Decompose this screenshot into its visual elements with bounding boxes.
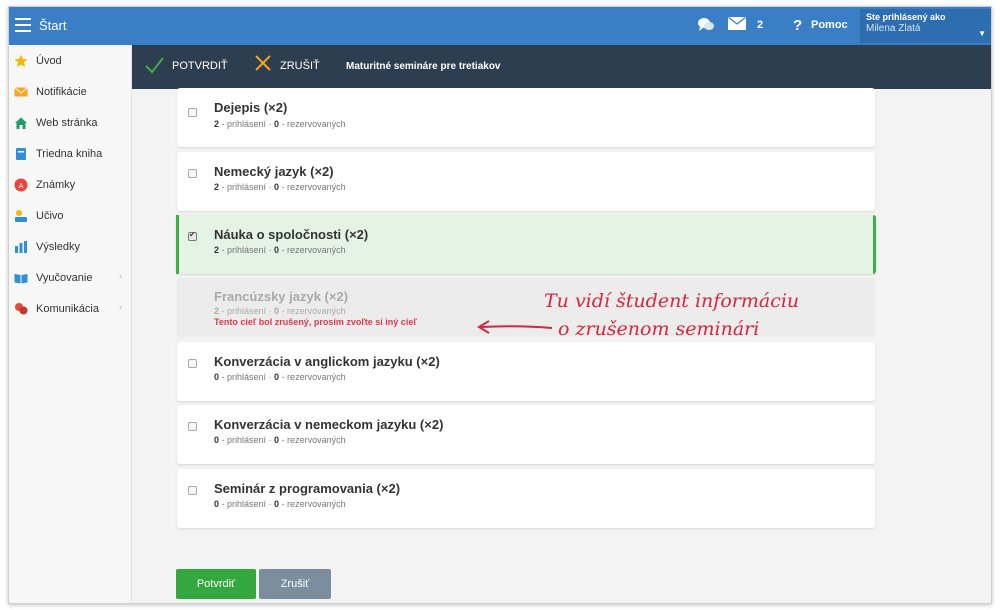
annotation-line-1: Tu vidí študent informáciu (544, 290, 800, 312)
annotation-text: Tu vidí študent informáciu o zrušenom se… (544, 287, 799, 343)
seminar-card[interactable]: Konverzácia v anglickom jazyku (×2) 0 - … (177, 342, 875, 401)
seminar-stats: 2 - prihlásení · 0 - rezervovaných (214, 306, 346, 316)
open-book-icon (14, 273, 28, 283)
chevron-right-icon: › (119, 302, 123, 313)
help-link[interactable]: Pomoc (811, 19, 848, 31)
cancel-action[interactable]: ZRUŠIŤ (280, 60, 320, 72)
bar-chart-icon (15, 240, 27, 253)
seminar-stats: 2 - prihlásení · 0 - rezervovaných (214, 182, 346, 192)
menu-icon[interactable] (15, 18, 31, 32)
seminar-checkbox[interactable] (188, 108, 197, 117)
sidebar-item-label: Web stránka (36, 116, 98, 129)
seminar-stats: 0 - prihlásení · 0 - rezervovaných (214, 435, 346, 445)
seminar-checkbox[interactable] (188, 169, 197, 178)
action-bar: POTVRDIŤ ZRUŠIŤ Maturitné semináre pre t… (132, 45, 991, 89)
sidebar-item-ucivo[interactable]: Učivo (9, 200, 131, 231)
app-title[interactable]: Štart (39, 18, 66, 33)
mail-icon[interactable] (728, 17, 746, 30)
seminar-checkbox[interactable] (188, 359, 197, 368)
seminar-card[interactable]: Konverzácia v nemeckom jazyku (×2) 0 - p… (177, 405, 875, 464)
sidebar-item-label: Triedna kniha (36, 147, 103, 160)
sidebar-item-vyucovanie[interactable]: Vyučovanie › (9, 262, 131, 293)
seminar-stats: 2 - prihlásení · 0 - rezervovaných (214, 119, 346, 129)
sidebar: Úvod Notifikácie Web stránka Triedna kni… (9, 45, 132, 603)
seminar-card[interactable]: Nemecký jazyk (×2) 2 - prihlásení · 0 - … (177, 152, 875, 211)
svg-text:A: A (19, 182, 24, 190)
sidebar-item-notifikacie[interactable]: Notifikácie (9, 76, 131, 107)
seminar-card[interactable]: Seminár z programovania (×2) 0 - prihlás… (177, 469, 875, 528)
seminar-card-selected[interactable]: Náuka o spoločnosti (×2) 2 - prihlásení … (176, 215, 876, 274)
sidebar-item-vysledky[interactable]: Výsledky (9, 231, 131, 262)
seminar-name: Konverzácia v nemeckom jazyku (×2) (214, 417, 444, 432)
star-icon (14, 54, 28, 67)
seminar-name: Seminár z programovania (×2) (214, 481, 401, 496)
seminar-name: Francúzsky jazyk (×2) (214, 289, 349, 304)
sidebar-item-znamky[interactable]: A Známky (9, 169, 131, 200)
sidebar-item-triedna-kniha[interactable]: Triedna kniha (9, 138, 131, 169)
seminar-card[interactable]: Dejepis (×2) 2 - prihlásení · 0 - rezerv… (177, 88, 875, 147)
chat-icon[interactable] (697, 17, 715, 33)
sidebar-item-web-stranka[interactable]: Web stránka (9, 107, 131, 138)
seminar-stats: 0 - prihlásení · 0 - rezervovaných (214, 372, 346, 382)
annotation-arrow-icon (477, 320, 553, 334)
checkmark-icon[interactable] (144, 55, 164, 75)
confirm-button[interactable]: Potvrdiť (176, 569, 256, 599)
confirm-action[interactable]: POTVRDIŤ (172, 60, 228, 72)
grade-icon: A (14, 178, 28, 191)
book-icon (16, 147, 26, 160)
sidebar-item-label: Učivo (36, 209, 64, 222)
seminar-name: Nemecký jazyk (×2) (214, 164, 334, 179)
top-bar: Štart 2 ? Pomoc Ste prihlásený ako Milen… (9, 7, 991, 45)
page-title: Maturitné semináre pre tretiakov (346, 61, 501, 72)
people-icon (15, 302, 28, 314)
envelope-icon (14, 86, 28, 96)
seminar-checkbox[interactable] (188, 230, 197, 241)
home-icon (15, 117, 27, 129)
sidebar-item-label: Úvod (36, 54, 62, 67)
seminar-name: Konverzácia v anglickom jazyku (×2) (214, 354, 440, 369)
help-icon[interactable]: ? (793, 17, 802, 34)
seminar-stats: 2 - prihlásení · 0 - rezervovaných (214, 245, 346, 255)
seminar-checkbox[interactable] (188, 486, 197, 495)
sidebar-item-label: Komunikácia (36, 302, 99, 315)
cancelled-message: Tento cieľ bol zrušený, prosím zvoľte si… (214, 317, 417, 327)
chevron-right-icon: › (119, 271, 123, 282)
sidebar-item-label: Výsledky (36, 240, 81, 253)
close-icon[interactable] (254, 54, 272, 72)
seminar-stats: 0 - prihlásení · 0 - rezervovaných (214, 499, 346, 509)
mail-count-badge[interactable]: 2 (757, 19, 763, 31)
user-name: Milena Zlatá (866, 23, 921, 34)
user-label: Ste prihlásený ako (866, 12, 946, 22)
app-window: Štart 2 ? Pomoc Ste prihlásený ako Milen… (8, 6, 992, 604)
sidebar-item-label: Známky (36, 178, 76, 191)
seminar-name: Dejepis (×2) (214, 100, 288, 115)
learning-icon (15, 209, 27, 222)
seminar-checkbox[interactable] (188, 422, 197, 431)
cancel-button[interactable]: Zrušiť (259, 569, 331, 599)
sidebar-item-label: Notifikácie (36, 85, 87, 98)
seminar-name: Náuka o spoločnosti (×2) (214, 227, 369, 242)
sidebar-item-uvod[interactable]: Úvod (9, 45, 131, 76)
sidebar-item-komunikacia[interactable]: Komunikácia › (9, 293, 131, 324)
user-menu[interactable]: Ste prihlásený ako Milena Zlatá ▼ (860, 9, 991, 43)
annotation-line-2: o zrušenom seminári (558, 318, 760, 340)
sidebar-item-label: Vyučovanie (36, 271, 93, 284)
chevron-down-icon[interactable]: ▼ (978, 29, 986, 38)
